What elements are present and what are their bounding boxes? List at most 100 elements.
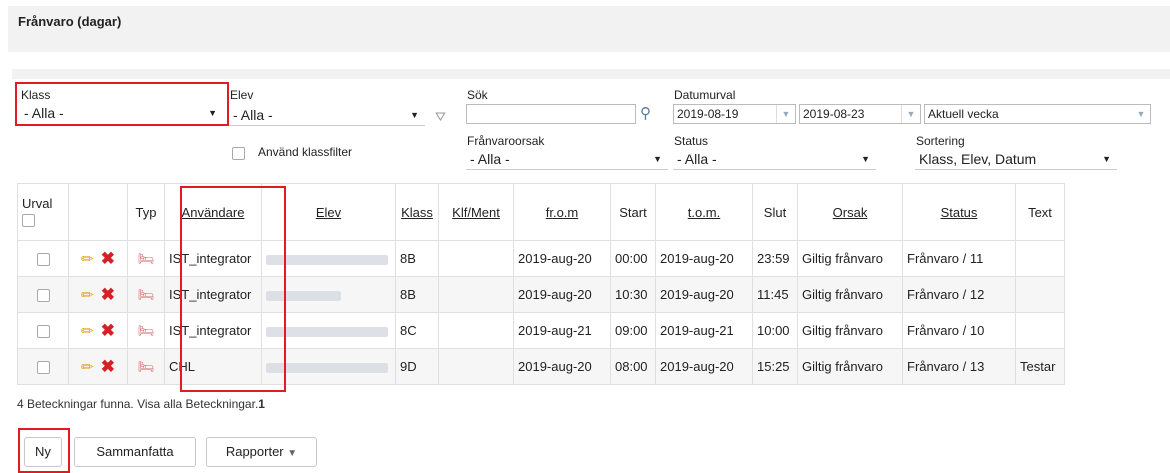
cell-orsak: Giltig frånvaro [797,276,903,313]
franvaroorsak-value: - Alla - [470,151,510,167]
filter-panel-bar [12,69,1170,79]
results-text[interactable]: 4 Beteckningar funna. Visa alla Beteckni… [17,397,258,411]
chevron-down-icon: ▼ [1136,109,1146,119]
table-header-row: Urval Typ Användare Elev Klass Klf/Ment … [17,183,1065,241]
chevron-down-icon: ▼ [861,154,870,164]
filter-icon[interactable]: ⛛ [435,109,446,125]
pencil-icon[interactable]: ✏ [81,287,94,304]
bed-icon: 🛏 [137,358,155,374]
franvaroorsak-select[interactable]: - Alla - ▼ [466,150,668,170]
cell-text [1015,276,1065,313]
col-urval-label: Urval [22,196,53,211]
cell-start: 10:30 [610,276,656,313]
bed-icon: 🛏 [137,286,155,302]
cell-klfment [438,240,514,277]
col-klfment[interactable]: Klf/Ment [438,183,514,241]
row-checkbox[interactable] [36,361,50,375]
delete-icon[interactable]: ✖ [101,357,115,376]
col-tom[interactable]: t.o.m. [655,183,753,241]
status-label: Status [674,134,709,148]
datumurval-label: Datumurval [674,88,736,102]
cell-tom: 2019-aug-20 [655,276,753,313]
cell-from: 2019-aug-20 [513,240,611,277]
cell-text [1015,240,1065,277]
pencil-icon[interactable]: ✏ [81,323,94,340]
page-title: Frånvaro (dagar) [18,14,122,29]
pencil-icon[interactable]: ✏ [81,359,94,376]
absence-table: Urval Typ Användare Elev Klass Klf/Ment … [17,183,1065,385]
col-urval: Urval [17,183,69,241]
row-checkbox[interactable] [36,325,50,339]
chevron-down-icon: ▼ [1102,154,1111,164]
klassfilter-label: Använd klassfilter [258,145,353,159]
highlight-ny [18,428,70,473]
cell-slut: 23:59 [752,240,798,277]
chevron-down-icon[interactable]: ▼ [776,105,795,123]
cell-start: 09:00 [610,312,656,349]
elev-select[interactable]: - Alla - ▼ [229,106,425,126]
cell-status: Frånvaro / 12 [902,276,1016,313]
delete-icon[interactable]: ✖ [101,321,115,340]
table-row[interactable]: ✏ ✖ 🛏 IST_integrator 8B 2019-aug-20 10:3… [17,276,1065,313]
delete-icon[interactable]: ✖ [101,285,115,304]
cell-klass: 8B [395,240,439,277]
date-to-input[interactable]: 2019-08-23 ▼ [799,104,921,124]
col-orsak[interactable]: Orsak [797,183,903,241]
cell-orsak: Giltig frånvaro [797,348,903,385]
sammanfatta-button[interactable]: Sammanfatta [74,437,196,467]
results-summary: 4 Beteckningar funna. Visa alla Beteckni… [17,397,265,411]
cell-text: Testar [1015,348,1065,385]
status-select[interactable]: - Alla - ▼ [673,150,876,170]
table-row[interactable]: ✏ ✖ 🛏 IST_integrator 8B 2019-aug-20 00:0… [17,240,1065,277]
cell-start: 08:00 [610,348,656,385]
cell-klfment [438,312,514,349]
date-from-input[interactable]: 2019-08-19 ▼ [673,104,796,124]
cell-klass: 8C [395,312,439,349]
row-checkbox[interactable] [36,253,50,267]
search-input[interactable] [466,104,636,124]
date-from-value: 2019-08-19 [677,107,739,121]
cell-status: Frånvaro / 10 [902,312,1016,349]
highlight-anvandare [180,186,286,392]
sok-label: Sök [467,88,488,102]
date-to-value: 2019-08-23 [803,107,865,121]
sortering-select[interactable]: Klass, Elev, Datum ▼ [915,150,1117,170]
delete-icon[interactable]: ✖ [101,249,115,268]
table-row[interactable]: ✏ ✖ 🛏 CHL 9D 2019-aug-20 08:00 2019-aug-… [17,348,1065,385]
rapporter-button[interactable]: Rapporter ▼ [206,437,317,467]
col-start: Start [610,183,656,241]
cell-from: 2019-aug-20 [513,276,611,313]
cell-klass: 8B [395,276,439,313]
bed-icon: 🛏 [137,250,155,266]
highlight-klass [15,82,229,126]
klassfilter-checkbox[interactable] [232,147,245,160]
row-checkbox[interactable] [36,289,50,303]
cell-from: 2019-aug-21 [513,312,611,349]
col-typ: Typ [127,183,165,241]
cell-text [1015,312,1065,349]
col-text: Text [1015,183,1065,241]
cell-tom: 2019-aug-20 [655,348,753,385]
col-actions [68,183,128,241]
search-icon[interactable]: ⚲ [640,104,651,122]
cell-orsak: Giltig frånvaro [797,312,903,349]
cell-slut: 11:45 [752,276,798,313]
caret-down-icon: ▼ [287,448,298,459]
cell-orsak: Giltig frånvaro [797,240,903,277]
col-status[interactable]: Status [902,183,1016,241]
table-row[interactable]: ✏ ✖ 🛏 IST_integrator 8C 2019-aug-21 09:0… [17,312,1065,349]
rapporter-label: Rapporter [225,444,284,459]
status-value: - Alla - [677,151,717,167]
chevron-down-icon[interactable]: ▼ [901,105,920,123]
pencil-icon[interactable]: ✏ [81,251,94,268]
period-select[interactable]: Aktuell vecka ▼ [924,104,1151,124]
elev-label: Elev [230,88,254,102]
franvaroorsak-label: Frånvaroorsak [467,134,545,148]
sortering-label: Sortering [916,134,965,148]
cell-klass: 9D [395,348,439,385]
col-from[interactable]: fr.o.m [513,183,611,241]
col-klass[interactable]: Klass [395,183,439,241]
cell-klfment [438,348,514,385]
select-all-checkbox[interactable] [22,214,35,228]
cell-from: 2019-aug-20 [513,348,611,385]
